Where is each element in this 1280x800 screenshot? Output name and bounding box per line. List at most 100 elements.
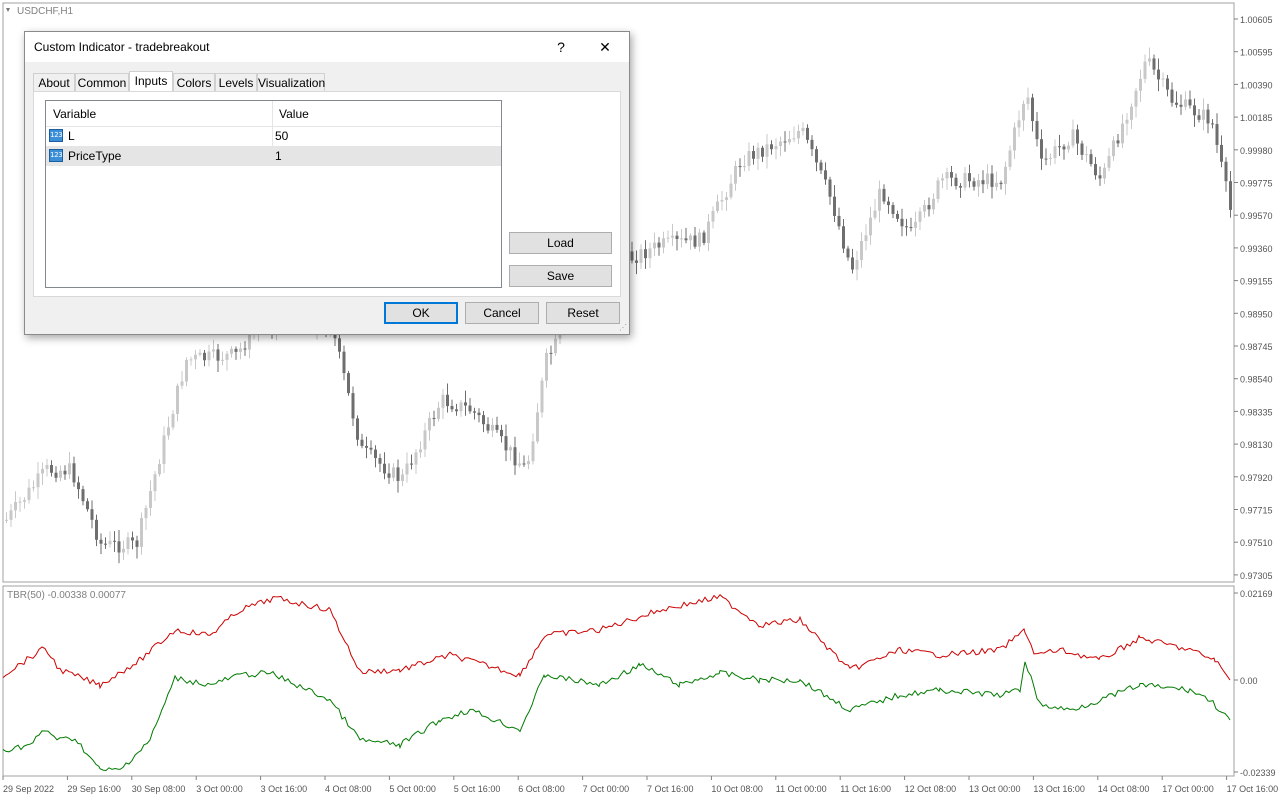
candle-body — [171, 413, 175, 428]
inputs-panel: Variable Value 123 L 50 123 PriceType 1 … — [33, 91, 621, 297]
price-tick-label: 0.99570 — [1240, 211, 1273, 221]
candle-body — [1170, 89, 1174, 103]
variable-value[interactable]: 50 — [275, 129, 288, 143]
candle-body — [1206, 109, 1210, 124]
candle-body — [752, 151, 755, 159]
candle-body — [1053, 146, 1057, 158]
indicator-chart-frame — [2, 585, 1235, 777]
reset-button[interactable]: Reset — [546, 302, 620, 324]
tab-colors[interactable]: Colors — [173, 73, 215, 91]
tab-about[interactable]: About — [33, 73, 75, 91]
candle-body — [851, 257, 854, 270]
candle-body — [1071, 129, 1075, 146]
candle-body — [797, 131, 800, 139]
header-value[interactable]: Value — [279, 107, 309, 121]
save-button[interactable]: Save — [509, 265, 612, 287]
candle-body — [86, 501, 89, 510]
candle-body — [1211, 123, 1214, 125]
candle-body — [666, 237, 670, 239]
candle-body — [774, 146, 778, 150]
candle-body — [788, 138, 791, 143]
close-icon[interactable]: ✕ — [585, 32, 625, 62]
candle-body — [689, 235, 692, 241]
candle-body — [860, 241, 863, 260]
price-tick-label: 0.98950 — [1240, 309, 1273, 319]
time-tick-label: 13 Oct 16:00 — [1033, 784, 1085, 794]
candle-body — [914, 221, 917, 228]
candle-body — [959, 185, 962, 188]
candle-body — [459, 402, 463, 412]
candle-body — [500, 429, 503, 437]
candle-body — [936, 180, 940, 199]
candle-body — [887, 201, 890, 206]
candle-body — [135, 540, 139, 547]
candle-body — [108, 540, 112, 545]
candle-body — [518, 463, 521, 466]
candle-body — [68, 463, 71, 475]
candle-body — [995, 182, 998, 187]
candle-body — [153, 474, 157, 492]
candle-body — [1152, 58, 1156, 70]
indicator-tick-label: -0.02339 — [1240, 768, 1276, 778]
variable-value[interactable]: 1 — [275, 149, 282, 163]
candle-body — [815, 149, 818, 163]
candle-body — [882, 188, 886, 202]
candle-body — [810, 139, 814, 150]
price-tick-label: 0.98745 — [1240, 342, 1273, 352]
candle-body — [644, 249, 647, 259]
candle-body — [909, 227, 913, 229]
candle-body — [765, 144, 769, 157]
price-axis: 1.00605 1.00595 1.00390 1.00185 0.99980 0.997… — [1234, 15, 1273, 581]
tab-visualization[interactable]: Visualization — [257, 73, 325, 91]
header-divider[interactable] — [272, 101, 273, 126]
candle-body — [117, 541, 121, 553]
candle-body — [963, 173, 967, 188]
input-row-pricetype[interactable]: 123 PriceType 1 — [46, 146, 501, 166]
candle-body — [653, 242, 656, 249]
candle-body — [1085, 154, 1088, 156]
time-tick-label: 30 Sep 08:00 — [132, 784, 186, 794]
candle-body — [927, 205, 931, 210]
candle-body — [869, 217, 872, 236]
load-button[interactable]: Load — [509, 232, 612, 254]
candle-body — [221, 359, 224, 361]
candle-body — [680, 238, 683, 240]
candle-body — [743, 165, 746, 168]
candle-body — [1049, 157, 1052, 159]
price-tick-label: 0.98130 — [1240, 440, 1273, 450]
candle-body — [891, 205, 895, 214]
candle-body — [140, 518, 143, 547]
candle-body — [41, 468, 44, 474]
candle-body — [540, 380, 544, 413]
candle-body — [1188, 99, 1192, 106]
tab-common[interactable]: Common — [75, 73, 129, 91]
candle-body — [698, 232, 701, 247]
candle-body — [441, 394, 445, 408]
candle-body — [1080, 143, 1084, 155]
candle-body — [846, 248, 850, 258]
tab-inputs[interactable]: Inputs — [129, 71, 173, 92]
candle-body — [45, 465, 49, 469]
candle-body — [225, 353, 229, 360]
header-variable[interactable]: Variable — [53, 107, 96, 121]
candle-body — [756, 147, 760, 159]
candle-body — [1044, 158, 1048, 160]
resize-grip-icon[interactable]: ⋰ — [619, 324, 627, 332]
time-tick-label: 17 Oct 00:00 — [1162, 784, 1214, 794]
candle-body — [491, 424, 494, 431]
candle-body — [522, 463, 526, 465]
help-icon[interactable]: ? — [541, 32, 581, 62]
tab-levels[interactable]: Levels — [215, 73, 257, 91]
candle-body — [554, 338, 557, 354]
dialog-titlebar[interactable]: Custom Indicator - tradebreakout ? ✕ — [25, 32, 629, 62]
symbol-label: USDCHF,H1 — [17, 6, 74, 17]
cancel-button[interactable]: Cancel — [465, 302, 539, 324]
time-tick-label: 6 Oct 08:00 — [518, 784, 565, 794]
candle-body — [338, 338, 341, 352]
candle-body — [1166, 78, 1169, 90]
time-tick-label: 29 Sep 2022 — [3, 784, 54, 794]
input-row-l[interactable]: 123 L 50 — [46, 126, 501, 146]
candle-body — [360, 439, 364, 446]
candle-body — [833, 196, 836, 216]
ok-button[interactable]: OK — [384, 302, 458, 324]
